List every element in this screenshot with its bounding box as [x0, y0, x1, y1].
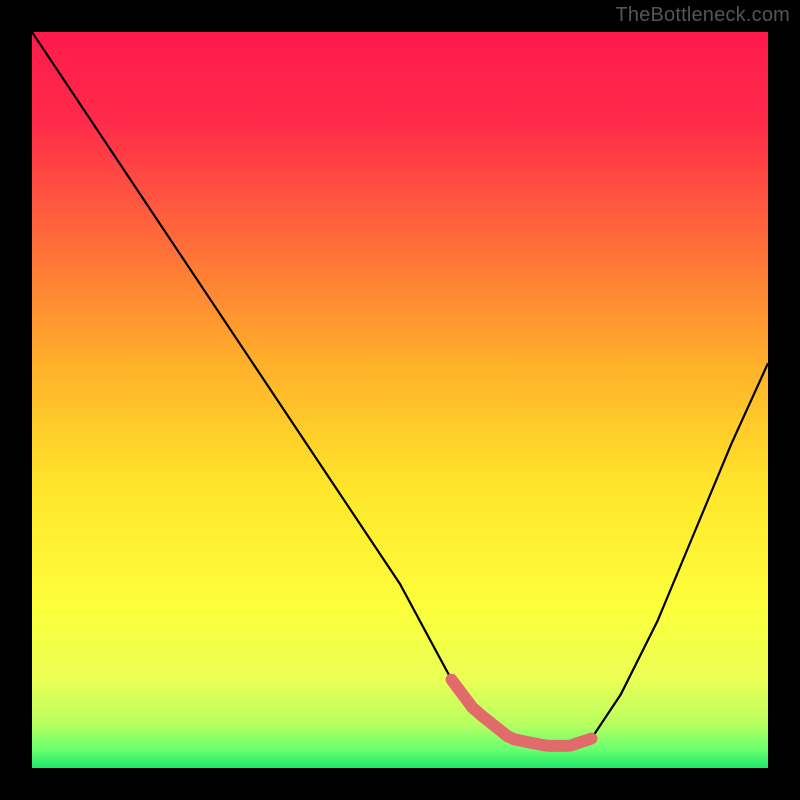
watermark-text: TheBottleneck.com: [615, 4, 790, 27]
plot-area: [32, 32, 768, 768]
bottleneck-chart: [32, 32, 768, 768]
gradient-background: [32, 32, 768, 768]
chart-frame: [22, 22, 778, 778]
